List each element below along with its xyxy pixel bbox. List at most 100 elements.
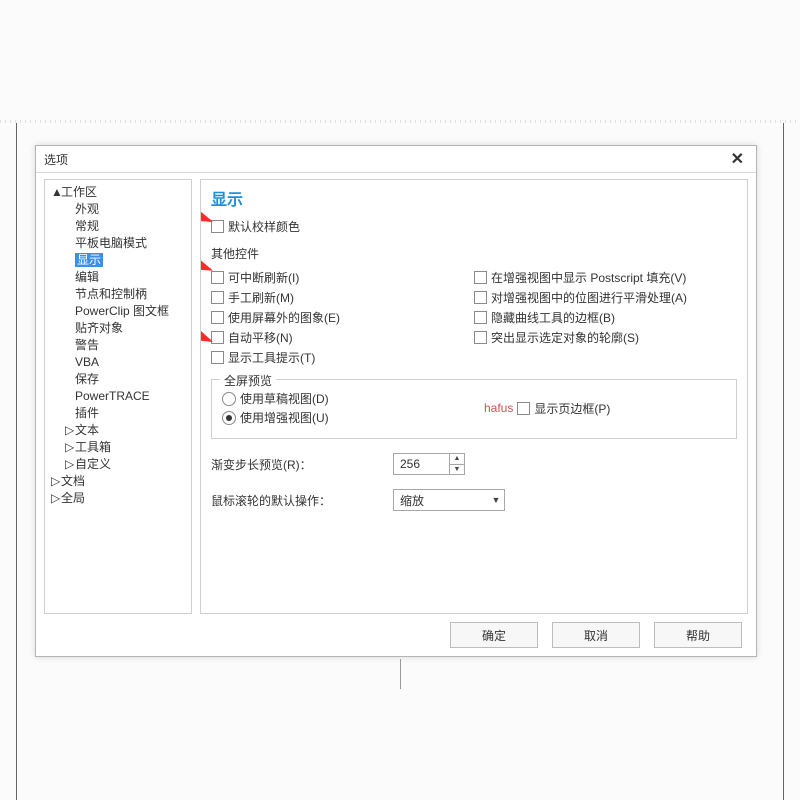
checkbox-label: 使用屏幕外的图象(E) [228, 309, 340, 326]
checkbox-row[interactable]: 可中断刷新(I) [211, 269, 474, 286]
tree-item[interactable]: 警告 [47, 337, 189, 354]
checkbox-icon[interactable] [211, 351, 224, 364]
tree-item[interactable]: PowerClip 图文框 [47, 303, 189, 320]
tree-item[interactable]: ▷自定义 [47, 456, 189, 473]
help-button[interactable]: 帮助 [654, 622, 742, 648]
expander-icon[interactable]: ▷ [51, 490, 61, 507]
tree-item[interactable]: PowerTRACE [47, 388, 189, 405]
tree-item-label: 文档 [61, 474, 85, 488]
expander-icon[interactable]: ▷ [65, 456, 75, 473]
tree-item[interactable]: 外观 [47, 201, 189, 218]
tree-item-label: 全局 [61, 491, 85, 505]
page-guide-line [400, 659, 401, 689]
tree-item[interactable]: 编辑 [47, 269, 189, 286]
tree-item[interactable]: 保存 [47, 371, 189, 388]
mouse-wheel-row: 鼠标滚轮的默认操作： 缩放 ▼ [211, 489, 737, 511]
category-tree[interactable]: ▲工作区外观常规平板电脑模式显示编辑节点和控制柄PowerClip 图文框贴齐对… [44, 179, 192, 614]
tree-item[interactable]: ▷文档 [47, 473, 189, 490]
spin-up-icon[interactable]: ▲ [450, 454, 464, 465]
mouse-wheel-combo[interactable]: 缩放 ▼ [393, 489, 505, 511]
options-dialog: 选项 ✕ ▲工作区外观常规平板电脑模式显示编辑节点和控制柄PowerClip 图… [35, 145, 757, 657]
checkbox-label: 在增强视图中显示 Postscript 填充(V) [491, 269, 686, 286]
other-controls-label: 其他控件 [211, 245, 737, 262]
cancel-button[interactable]: 取消 [552, 622, 640, 648]
mouse-wheel-value: 缩放 [394, 492, 488, 509]
tree-item-label: 工作区 [61, 185, 97, 199]
show-page-border-row[interactable]: 显示页边框(P) [517, 400, 610, 417]
checkbox-icon[interactable] [211, 271, 224, 284]
checkbox-row[interactable]: 显示工具提示(T) [211, 349, 474, 366]
tree-item[interactable]: ▷全局 [47, 490, 189, 507]
checkbox-icon[interactable] [474, 291, 487, 304]
tree-item-label: 文本 [75, 423, 99, 437]
tree-item[interactable]: 平板电脑模式 [47, 235, 189, 252]
spin-down-icon[interactable]: ▼ [450, 465, 464, 475]
checkbox-label: 手工刷新(M) [228, 289, 294, 306]
default-proof-color-row[interactable]: 默认校样颜色 [211, 218, 737, 235]
tree-item-label: 编辑 [75, 270, 99, 284]
checkbox-label: 显示工具提示(T) [228, 349, 315, 366]
tree-item-label: 显示 [75, 253, 103, 267]
tree-item-label: 平板电脑模式 [75, 236, 147, 250]
tree-item[interactable]: ▷文本 [47, 422, 189, 439]
checkbox-icon[interactable] [474, 331, 487, 344]
mouse-wheel-label: 鼠标滚轮的默认操作： [211, 492, 381, 509]
checkbox-label: 隐藏曲线工具的边框(B) [491, 309, 615, 326]
checkbox-row[interactable]: 突出显示选定对象的轮廓(S) [474, 329, 737, 346]
radio-enhanced-row[interactable]: 使用增强视图(U) [222, 409, 474, 426]
checkbox-row[interactable]: 对增强视图中的位图进行平滑处理(A) [474, 289, 737, 306]
panel-heading: 显示 [211, 186, 737, 210]
display-panel: 显示 默认校样颜色 其他控件 可中断刷新(I) 手工刷新(M) 使用屏幕外的图象(E… [200, 179, 748, 614]
gradient-steps-spin[interactable]: 256 ▲ ▼ [393, 453, 465, 475]
checkbox-row[interactable]: 自动平移(N) [211, 329, 474, 346]
checkbox-row[interactable]: 使用屏幕外的图象(E) [211, 309, 474, 326]
tree-item-label: 工具箱 [75, 440, 111, 454]
show-page-border-label: 显示页边框(P) [534, 400, 610, 417]
radio-draft-label: 使用草稿视图(D) [240, 390, 329, 407]
checkbox-icon[interactable] [474, 311, 487, 324]
checkbox-label: 自动平移(N) [228, 329, 293, 346]
checkbox-icon[interactable] [517, 402, 530, 415]
tree-item[interactable]: ▷工具箱 [47, 439, 189, 456]
close-icon[interactable]: ✕ [727, 149, 748, 169]
page-edge-left [16, 123, 17, 800]
tree-item-label: VBA [75, 355, 99, 369]
radio-icon[interactable] [222, 392, 236, 406]
radio-icon[interactable] [222, 411, 236, 425]
tree-item[interactable]: 贴齐对象 [47, 320, 189, 337]
tree-item[interactable]: 节点和控制柄 [47, 286, 189, 303]
checkbox-icon[interactable] [211, 331, 224, 344]
checkbox-label: 可中断刷新(I) [228, 269, 299, 286]
checkbox-label: 突出显示选定对象的轮廓(S) [491, 329, 639, 346]
tree-item-label: 保存 [75, 372, 99, 386]
expander-icon[interactable]: ▷ [51, 473, 61, 490]
radio-draft-row[interactable]: 使用草稿视图(D) [222, 390, 474, 407]
titlebar: 选项 ✕ [36, 146, 756, 173]
checkbox-icon[interactable] [211, 291, 224, 304]
checkbox-row[interactable]: 隐藏曲线工具的边框(B) [474, 309, 737, 326]
gradient-steps-value[interactable]: 256 [394, 454, 449, 474]
page-edge-right [783, 123, 784, 800]
chevron-down-icon[interactable]: ▼ [488, 495, 504, 505]
checkbox-icon[interactable] [474, 271, 487, 284]
ok-button[interactable]: 确定 [450, 622, 538, 648]
dialog-buttons: 确定 取消 帮助 [36, 614, 756, 656]
expander-icon[interactable]: ▷ [65, 422, 75, 439]
tree-item-label: 常规 [75, 219, 99, 233]
tree-item-label: PowerTRACE [75, 389, 150, 403]
checkbox-row[interactable]: 手工刷新(M) [211, 289, 474, 306]
checkbox-icon[interactable] [211, 220, 224, 233]
tree-item[interactable]: VBA [47, 354, 189, 371]
watermark-text: hafus [484, 401, 513, 415]
tree-item[interactable]: 常规 [47, 218, 189, 235]
expander-icon[interactable]: ▷ [65, 439, 75, 456]
tree-item[interactable]: 显示 [47, 252, 189, 269]
tree-item[interactable]: 插件 [47, 405, 189, 422]
tree-item-label: 贴齐对象 [75, 321, 123, 335]
default-proof-color-label: 默认校样颜色 [228, 218, 300, 235]
tree-item[interactable]: ▲工作区 [47, 184, 189, 201]
expander-icon[interactable]: ▲ [51, 184, 61, 201]
checkbox-icon[interactable] [211, 311, 224, 324]
checkbox-row[interactable]: 在增强视图中显示 Postscript 填充(V) [474, 269, 737, 286]
checkbox-label: 对增强视图中的位图进行平滑处理(A) [491, 289, 687, 306]
